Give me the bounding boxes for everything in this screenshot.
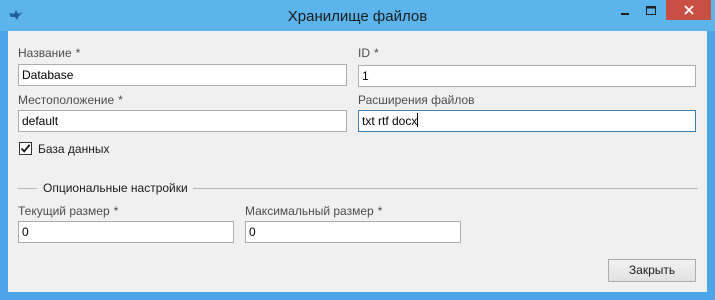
- max-size-field[interactable]: 0: [245, 221, 461, 243]
- group-divider-left: [18, 188, 37, 189]
- close-button[interactable]: Закрыть: [608, 259, 696, 282]
- location-field[interactable]: default: [18, 110, 347, 132]
- max-size-label-text: Максимальный размер: [245, 204, 374, 218]
- current-size-label-text: Текущий размер: [18, 204, 110, 218]
- extensions-label: Расширения файлов: [358, 93, 475, 107]
- minimize-button[interactable]: [611, 0, 638, 22]
- close-window-button[interactable]: [666, 0, 711, 20]
- dialog-window: Хранилище файлов Название * Database ID *: [0, 0, 715, 300]
- close-icon: [683, 5, 694, 15]
- group-divider-right: [193, 188, 698, 189]
- max-size-label: Максимальный размер *: [245, 204, 382, 218]
- id-label-text: ID: [358, 46, 370, 60]
- checkmark-icon: [20, 144, 31, 153]
- optional-settings-title: Опциональные настройки: [43, 181, 188, 195]
- dialog-body: Название * Database ID * 1 Местоположение *…: [8, 31, 707, 292]
- name-field[interactable]: Database: [18, 64, 347, 86]
- extensions-field[interactable]: txt rtf docx: [358, 110, 696, 132]
- current-size-field[interactable]: 0: [18, 221, 234, 243]
- name-label: Название *: [18, 46, 80, 60]
- text-caret: [417, 113, 419, 127]
- name-label-text: Название: [18, 46, 72, 60]
- maximize-icon: [646, 6, 656, 15]
- database-checkbox-label[interactable]: База данных: [38, 142, 109, 156]
- location-label-text: Местоположение: [18, 93, 115, 107]
- extensions-value: txt rtf docx: [362, 114, 418, 128]
- current-size-label: Текущий размер *: [18, 204, 118, 218]
- title-bar[interactable]: Хранилище файлов: [0, 0, 715, 31]
- required-mark: *: [113, 204, 119, 218]
- required-mark: *: [374, 46, 379, 60]
- required-mark: *: [118, 93, 123, 107]
- window-title: Хранилище файлов: [287, 8, 428, 25]
- id-field[interactable]: 1: [358, 65, 696, 87]
- required-mark: *: [377, 204, 383, 218]
- location-label: Местоположение *: [18, 93, 123, 107]
- required-mark: *: [75, 46, 81, 60]
- minimize-icon: [620, 13, 629, 15]
- id-label: ID *: [358, 46, 379, 60]
- database-checkbox[interactable]: [19, 142, 32, 155]
- maximize-button[interactable]: [638, 0, 664, 22]
